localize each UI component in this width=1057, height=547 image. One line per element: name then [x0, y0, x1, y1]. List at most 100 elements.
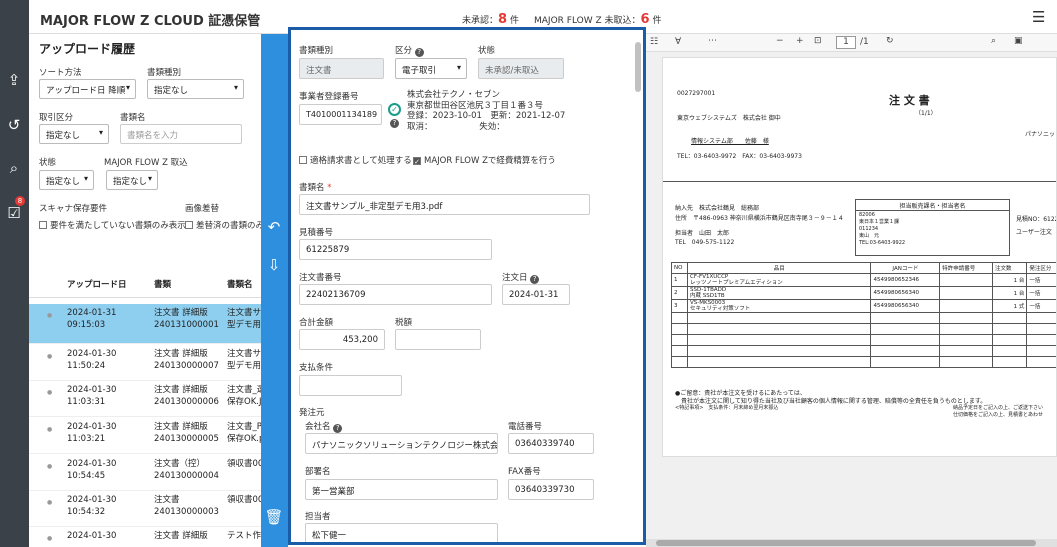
pdf-staff: 担当者 山田 太郎 [675, 230, 730, 237]
chevron-down-icon: ▾ [233, 83, 238, 92]
chevron-down-icon: ▾ [98, 128, 103, 137]
state-filter-select[interactable]: 指定なし ▾ [39, 170, 94, 190]
issuer-company-field[interactable]: パナソニックソリューションテクノロジー株式会社 [305, 433, 498, 454]
pdf-table-row: 3 VS-MKS0003 セキュリティ対策ソフト 4549980656340 1 式一括 [670, 299, 1056, 313]
pdf-horizontal-scrollbar[interactable] [646, 539, 1057, 547]
fax-field[interactable]: 03640339730 [508, 479, 594, 500]
payment-terms-field[interactable] [299, 375, 402, 396]
help-icon[interactable]: ? [414, 48, 424, 57]
download-icon[interactable]: ⇩ [264, 256, 284, 276]
dept-field[interactable]: 第一営業部 [305, 479, 498, 500]
order-no-field[interactable]: 22402136709 [299, 284, 492, 305]
person-label: 担当者 [305, 512, 331, 522]
kubun-select[interactable]: 電子取引 ▾ [395, 58, 467, 79]
chevron-down-icon: ▾ [147, 174, 152, 183]
table-row[interactable]: ● 2024-01-30 11:50:24 注文書 詳細版 240130000007 注文… [29, 345, 261, 381]
issuer-label: 発注元 [299, 408, 325, 418]
table-row[interactable]: ● 2024-01-30 11:03:31 注文書 詳細版 240130000006 注文… [29, 381, 261, 417]
invoice-checkbox[interactable]: 適格請求書として処理する [299, 154, 412, 166]
highlight-icon[interactable]: ∀ [675, 37, 681, 47]
scanner-label: スキャナ保存要件 [39, 204, 108, 214]
history-icon[interactable]: ↺ [4, 115, 24, 135]
sort-select[interactable]: アップロード日 降順 ▾ [39, 79, 136, 99]
tax-label: 税額 [395, 318, 413, 328]
docname-field[interactable]: 注文書サンプル_非定型デモ用3.pdf [299, 194, 590, 215]
scrollbar-thumb[interactable] [656, 540, 1036, 546]
person-field[interactable]: 松下健一 [305, 523, 498, 542]
page-count: /1 [860, 37, 869, 47]
tel-field[interactable]: 03640339740 [508, 433, 594, 454]
docname-filter-label: 書類名 [120, 113, 146, 123]
estimate-field[interactable]: 61225879 [299, 239, 492, 260]
pdf-toolbar: ☷ ∀ ⋯ − + ⊡ 1 /1 ↻ ⌕ ▣ [646, 34, 1057, 52]
order-no-label: 注文書番号 [299, 273, 342, 283]
search-icon[interactable]: ⌕ [4, 158, 24, 178]
pdf-table-row: 2 SSD-1TBADD 内蔵 SSD1TB 4549980656340 1 台一括 [670, 286, 1056, 300]
tax-field[interactable] [395, 329, 481, 350]
more-icon[interactable]: ⋯ [708, 36, 717, 46]
toc-icon[interactable]: ☷ [650, 37, 658, 47]
fax-label: FAX番号 [508, 467, 541, 477]
doctype-filter-select[interactable]: 指定なし ▾ [147, 79, 244, 99]
zoom-in-icon[interactable]: + [796, 36, 804, 46]
table-row[interactable]: ● 2024-01-30 10:54:45 注文書（控） 240130000004 領収書… [29, 455, 261, 491]
scanner-requirement-checkbox[interactable]: 要件を満たしていない書類のみ表示 [39, 219, 186, 231]
back-arrow-icon[interactable]: ↶ [264, 218, 284, 238]
doctype-field: 注文書 [299, 58, 384, 79]
pdf-title: 注 文 書 [889, 94, 930, 107]
search-icon[interactable]: ⌕ [991, 36, 996, 46]
pdf-note-4: 納品予定日をご記入の上、ご返送下さい [953, 405, 1044, 411]
fit-page-icon[interactable]: ⊡ [814, 36, 822, 46]
table-row[interactable]: ● 2024-01-30 注文書 詳細版 テスト作 [29, 527, 261, 547]
company-address: 東京都世田谷区池尻３丁目１番３号 [407, 100, 544, 111]
sort-label: ソート方法 [39, 68, 82, 78]
upload-icon[interactable]: ⇪ [4, 70, 24, 90]
company-label: 会社名 ? [305, 420, 343, 433]
help-icon[interactable]: ? [333, 424, 343, 433]
pdf-table-header: NO 品目 JANコード 特許申請番号 注文数 発注区分 [670, 262, 1056, 274]
unapproved-status[interactable]: 未承認：8 件 [462, 12, 519, 27]
sales-box: 担当販売課名・担当者名 82006 東日本１営業１課 011234 東山 元 TEL:0… [855, 199, 1010, 256]
regno-field[interactable]: T4010001134189 [299, 104, 382, 125]
save-icon[interactable]: ▣ [1014, 36, 1023, 46]
table-header: アップロード日 書類 書類名 [29, 270, 261, 298]
sales-header: 担当販売課名・担当者名 [856, 201, 1009, 211]
mfz-filter-select[interactable]: 指定なし ▾ [106, 170, 158, 190]
registration-info: 株式会社テクノ・セブン 東京都世田谷区池尻３丁目１番３号 登録：2023-10-… [407, 90, 565, 132]
zoom-out-icon[interactable]: − [776, 36, 784, 46]
docname-search-input[interactable]: 書類名を入力 [120, 124, 242, 144]
chevron-down-icon: ▾ [125, 83, 130, 92]
action-sidebar: ↶ ⇩ 🗑 [261, 34, 288, 547]
rotate-icon[interactable]: ↻ [886, 36, 894, 46]
table-row[interactable]: ● 2024-01-30 10:54:32 注文書 240130000003 領収書00 [29, 491, 261, 527]
expense-checkbox[interactable]: ✓ MAJOR FLOW Zで経費精算を行う [413, 154, 556, 166]
state-filter-label: 状態 [39, 158, 57, 168]
approval-icon[interactable]: ☑ [4, 203, 24, 223]
page-number-input[interactable]: 1 [836, 36, 856, 49]
form-scrollbar[interactable] [635, 42, 641, 92]
pdf-note-3: <特記事項> 支払条件：月末締め翌月末振込 [675, 405, 779, 411]
help-icon[interactable]: ? [530, 275, 540, 284]
doctype-label: 書類種別 [299, 46, 334, 56]
order-date-label: 注文日 ? [502, 271, 540, 284]
unimported-status[interactable]: MAJOR FLOW Z 未取込：6 件 [534, 12, 661, 27]
sales-info: 82006 東日本１営業１課 011234 東山 元 TEL:03-6403-9922 [859, 212, 906, 246]
cancel-dates: 取消： 失効： [407, 121, 505, 132]
pdf-user-order: ユーザー注文 [1016, 229, 1052, 236]
mfz-filter-label: MAJOR FLOW Z 取込 [104, 158, 188, 168]
help-icon[interactable]: ? [390, 119, 399, 128]
trade-filter-select[interactable]: 指定なし ▾ [39, 124, 109, 144]
dept-label: 部署名 [305, 467, 331, 477]
col-document-name[interactable]: 書類名 [227, 278, 253, 290]
total-field[interactable]: 453,200 [299, 329, 385, 350]
col-upload-date[interactable]: アップロード日 [67, 278, 127, 290]
trash-icon[interactable]: 🗑 [264, 508, 284, 528]
pdf-estimate-no: 見積NO：6122 [1016, 216, 1057, 223]
table-row[interactable]: ● 2024-01-31 09:15:03 注文書 詳細版 240131000001 注文… [29, 304, 261, 344]
replaced-only-checkbox[interactable]: 差替済の書類のみ [185, 219, 261, 231]
menu-icon[interactable]: ☰ [1032, 8, 1045, 26]
table-row[interactable]: ● 2024-01-30 11:03:21 注文書 詳細版 240130000005 注文… [29, 418, 261, 454]
pdf-address: 住所 〒486-0963 神奈川県横浜市鶴見区南寺尾３－９－１４ [675, 215, 844, 222]
order-date-field[interactable]: 2024-01-31 [502, 284, 570, 305]
col-document[interactable]: 書類 [154, 278, 171, 290]
